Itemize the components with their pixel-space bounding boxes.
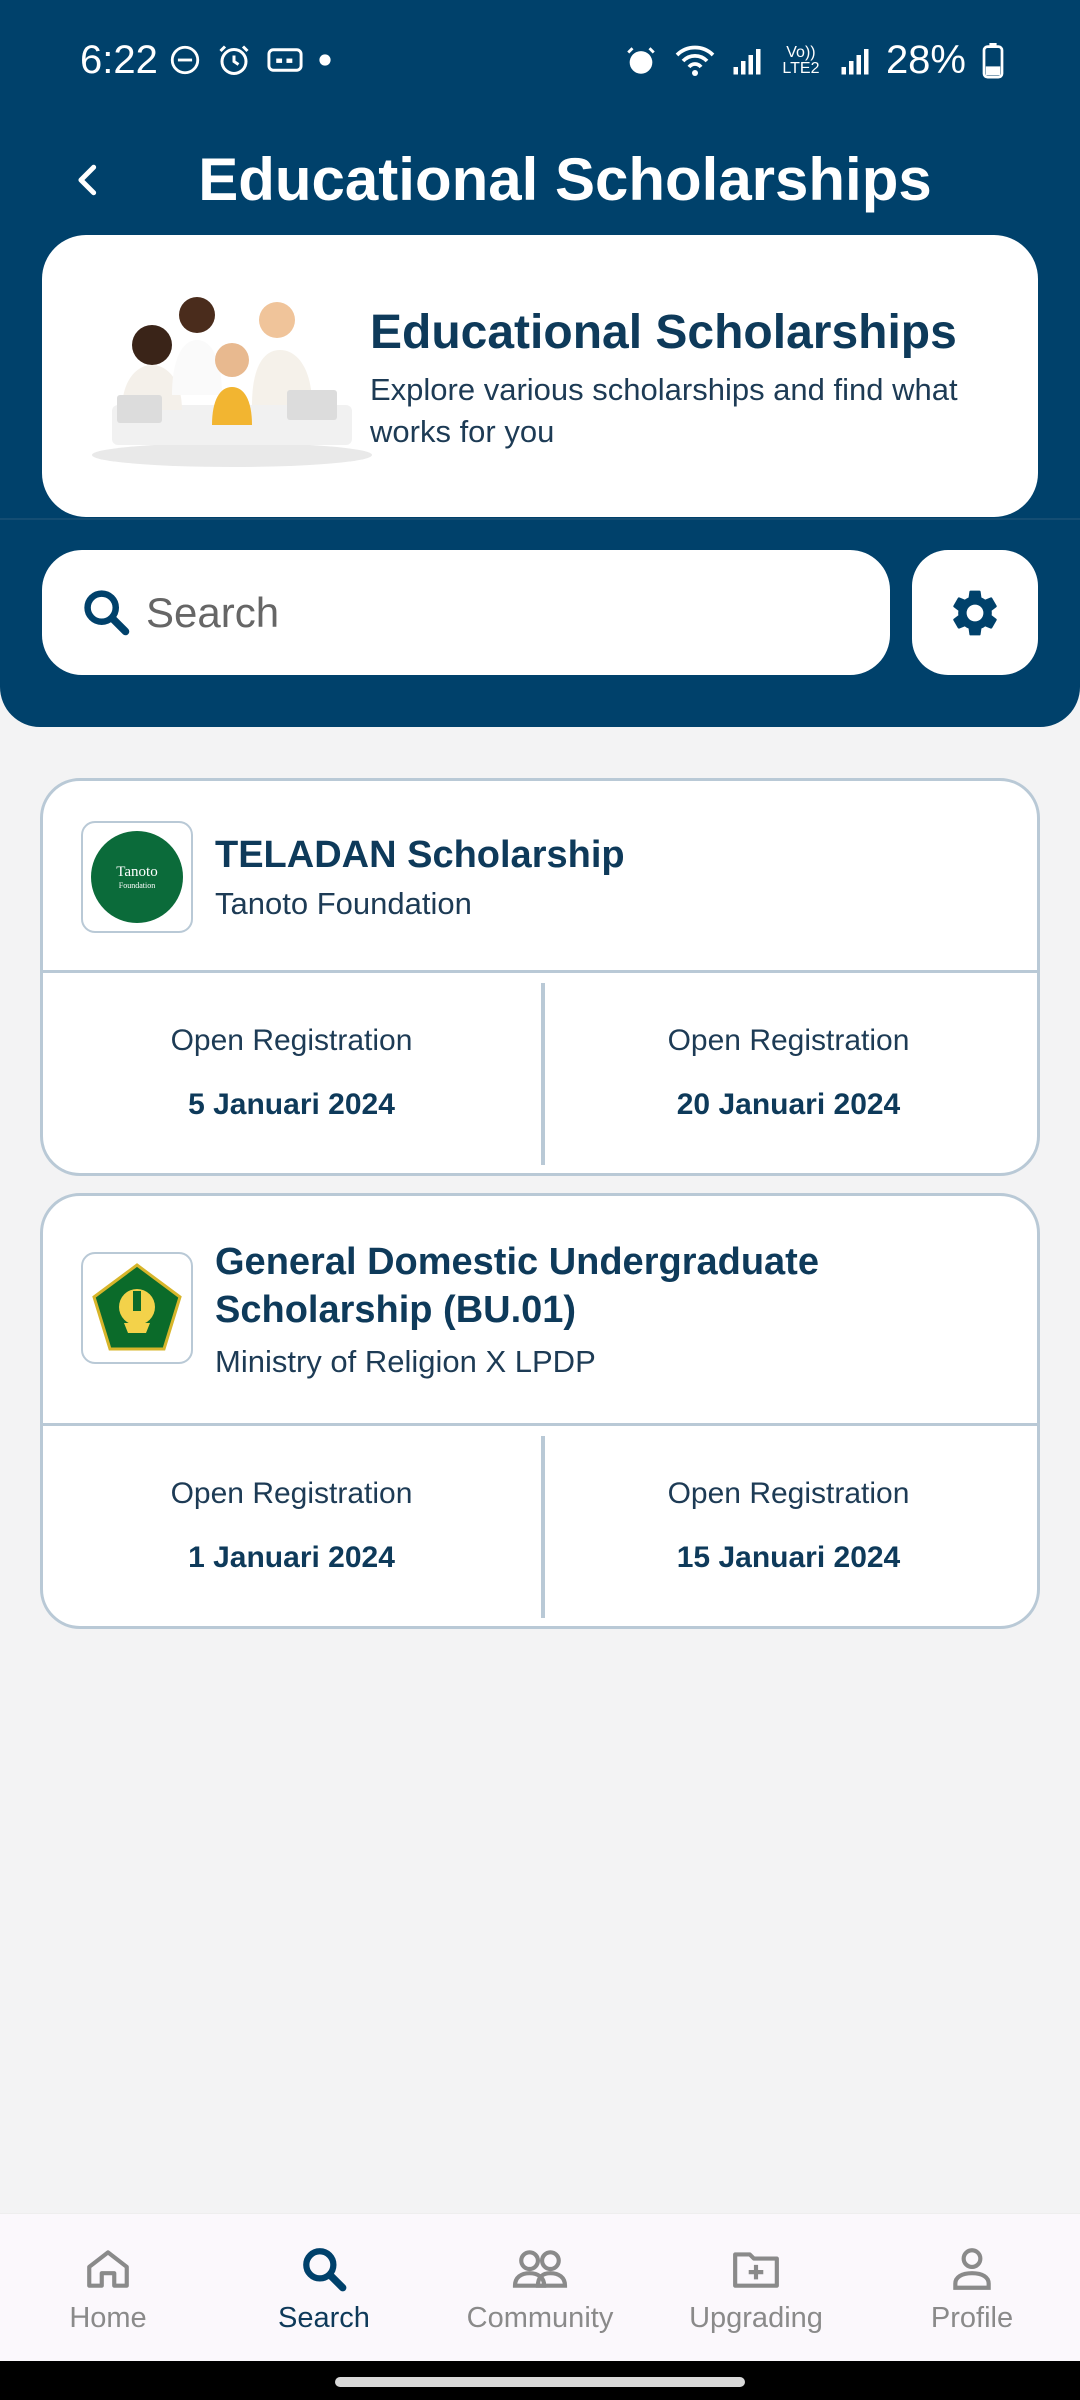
registration-start: Open Registration 1 Januari 2024 — [43, 1426, 540, 1626]
app-bar: Educational Scholarships — [0, 120, 1080, 240]
home-gesture-handle[interactable] — [335, 2377, 745, 2387]
hero-card: Educational Scholarships Explore various… — [42, 235, 1038, 517]
search-input[interactable] — [146, 578, 846, 648]
svg-text:Foundation: Foundation — [119, 881, 155, 890]
settings-button[interactable] — [912, 550, 1038, 675]
scholarship-card[interactable]: General Domestic Undergraduate Scholarsh… — [40, 1193, 1040, 1629]
registration-dates: Open Registration 5 Januari 2024 Open Re… — [43, 973, 1037, 1173]
column-divider — [541, 1436, 545, 1618]
profile-icon — [953, 2248, 991, 2290]
card-header: Tanoto Foundation TELADAN Scholarship Ta… — [43, 781, 1037, 973]
nav-item-upgrading[interactable]: Upgrading — [648, 2214, 864, 2361]
wifi-icon — [675, 45, 715, 76]
registration-dates: Open Registration 1 Januari 2024 Open Re… — [43, 1426, 1037, 1626]
scholarship-organization: Tanoto Foundation — [215, 886, 472, 921]
community-icon — [512, 2250, 568, 2288]
registration-date: 20 Januari 2024 — [676, 1088, 901, 1121]
ministry-of-religion-logo — [92, 1263, 182, 1351]
network-label: Vo)) LTE2 — [782, 43, 820, 77]
organization-logo: Tanoto Foundation — [81, 821, 193, 933]
registration-date: 15 Januari 2024 — [676, 1541, 901, 1574]
battery-percent: 28% — [885, 38, 966, 82]
nav-label: Search — [278, 2302, 370, 2334]
hero-title: Educational Scholarships — [370, 306, 957, 359]
scholarship-title: General Domestic Undergraduate Scholarsh… — [215, 1241, 819, 1331]
header-divider — [0, 518, 1080, 520]
cast-icon — [267, 48, 303, 72]
scholarship-organization: Ministry of Religion X LPDP — [215, 1344, 596, 1379]
open-registration-label: Open Registration — [667, 1024, 910, 1057]
dnd-icon — [170, 45, 200, 75]
search-icon — [84, 590, 130, 636]
gear-icon — [953, 590, 997, 635]
search-icon — [303, 2248, 347, 2292]
signal-icon — [733, 48, 761, 74]
registration-end: Open Registration 15 Januari 2024 — [540, 1426, 1037, 1626]
status-time: 6:22 — [80, 38, 158, 82]
nav-label: Community — [466, 2302, 614, 2334]
open-registration-label: Open Registration — [170, 1024, 413, 1057]
dot-icon — [319, 54, 331, 66]
search-bar[interactable] — [42, 550, 890, 675]
column-divider — [541, 983, 545, 1165]
card-header: General Domestic Undergraduate Scholarsh… — [43, 1196, 1037, 1426]
folder-plus-icon — [733, 2252, 779, 2288]
registration-date: 1 Januari 2024 — [188, 1541, 395, 1574]
status-bar: 6:22 Vo)) LTE2 28% — [0, 0, 1080, 120]
nav-item-search[interactable]: Search — [216, 2214, 432, 2361]
status-right-icons: Vo)) LTE2 28% — [624, 38, 1004, 83]
status-left-icons — [168, 42, 332, 78]
students-illustration — [92, 297, 372, 467]
nav-item-profile[interactable]: Profile — [864, 2214, 1080, 2361]
scholarship-title: TELADAN Scholarship — [215, 834, 625, 876]
signal-icon — [841, 48, 869, 74]
alarm-icon — [219, 45, 249, 75]
alarm-icon — [627, 46, 655, 74]
nav-label: Home — [69, 2302, 147, 2334]
scholarship-card[interactable]: Tanoto Foundation TELADAN Scholarship Ta… — [40, 778, 1040, 1176]
tanoto-foundation-logo: Tanoto Foundation — [91, 831, 183, 923]
organization-logo — [81, 1252, 193, 1364]
nav-item-community[interactable]: Community — [432, 2214, 648, 2361]
page-title: Educational Scholarships — [198, 146, 932, 213]
bottom-navigation: Home Search Community Upgrading Profile — [0, 2213, 1080, 2361]
registration-date: 5 Januari 2024 — [188, 1088, 395, 1121]
svg-text:Tanoto: Tanoto — [116, 864, 157, 880]
open-registration-label: Open Registration — [170, 1477, 413, 1510]
hero-subtitle: Explore various scholarships and find wh… — [370, 372, 958, 449]
home-icon — [87, 2250, 129, 2288]
nav-item-home[interactable]: Home — [0, 2214, 216, 2361]
gesture-bar — [0, 2361, 1080, 2400]
battery-charging-icon — [982, 42, 1004, 79]
nav-label: Upgrading — [689, 2302, 823, 2334]
registration-start: Open Registration 5 Januari 2024 — [43, 973, 540, 1173]
registration-end: Open Registration 20 Januari 2024 — [540, 973, 1037, 1173]
nav-label: Profile — [930, 2302, 1014, 2334]
open-registration-label: Open Registration — [667, 1477, 910, 1510]
